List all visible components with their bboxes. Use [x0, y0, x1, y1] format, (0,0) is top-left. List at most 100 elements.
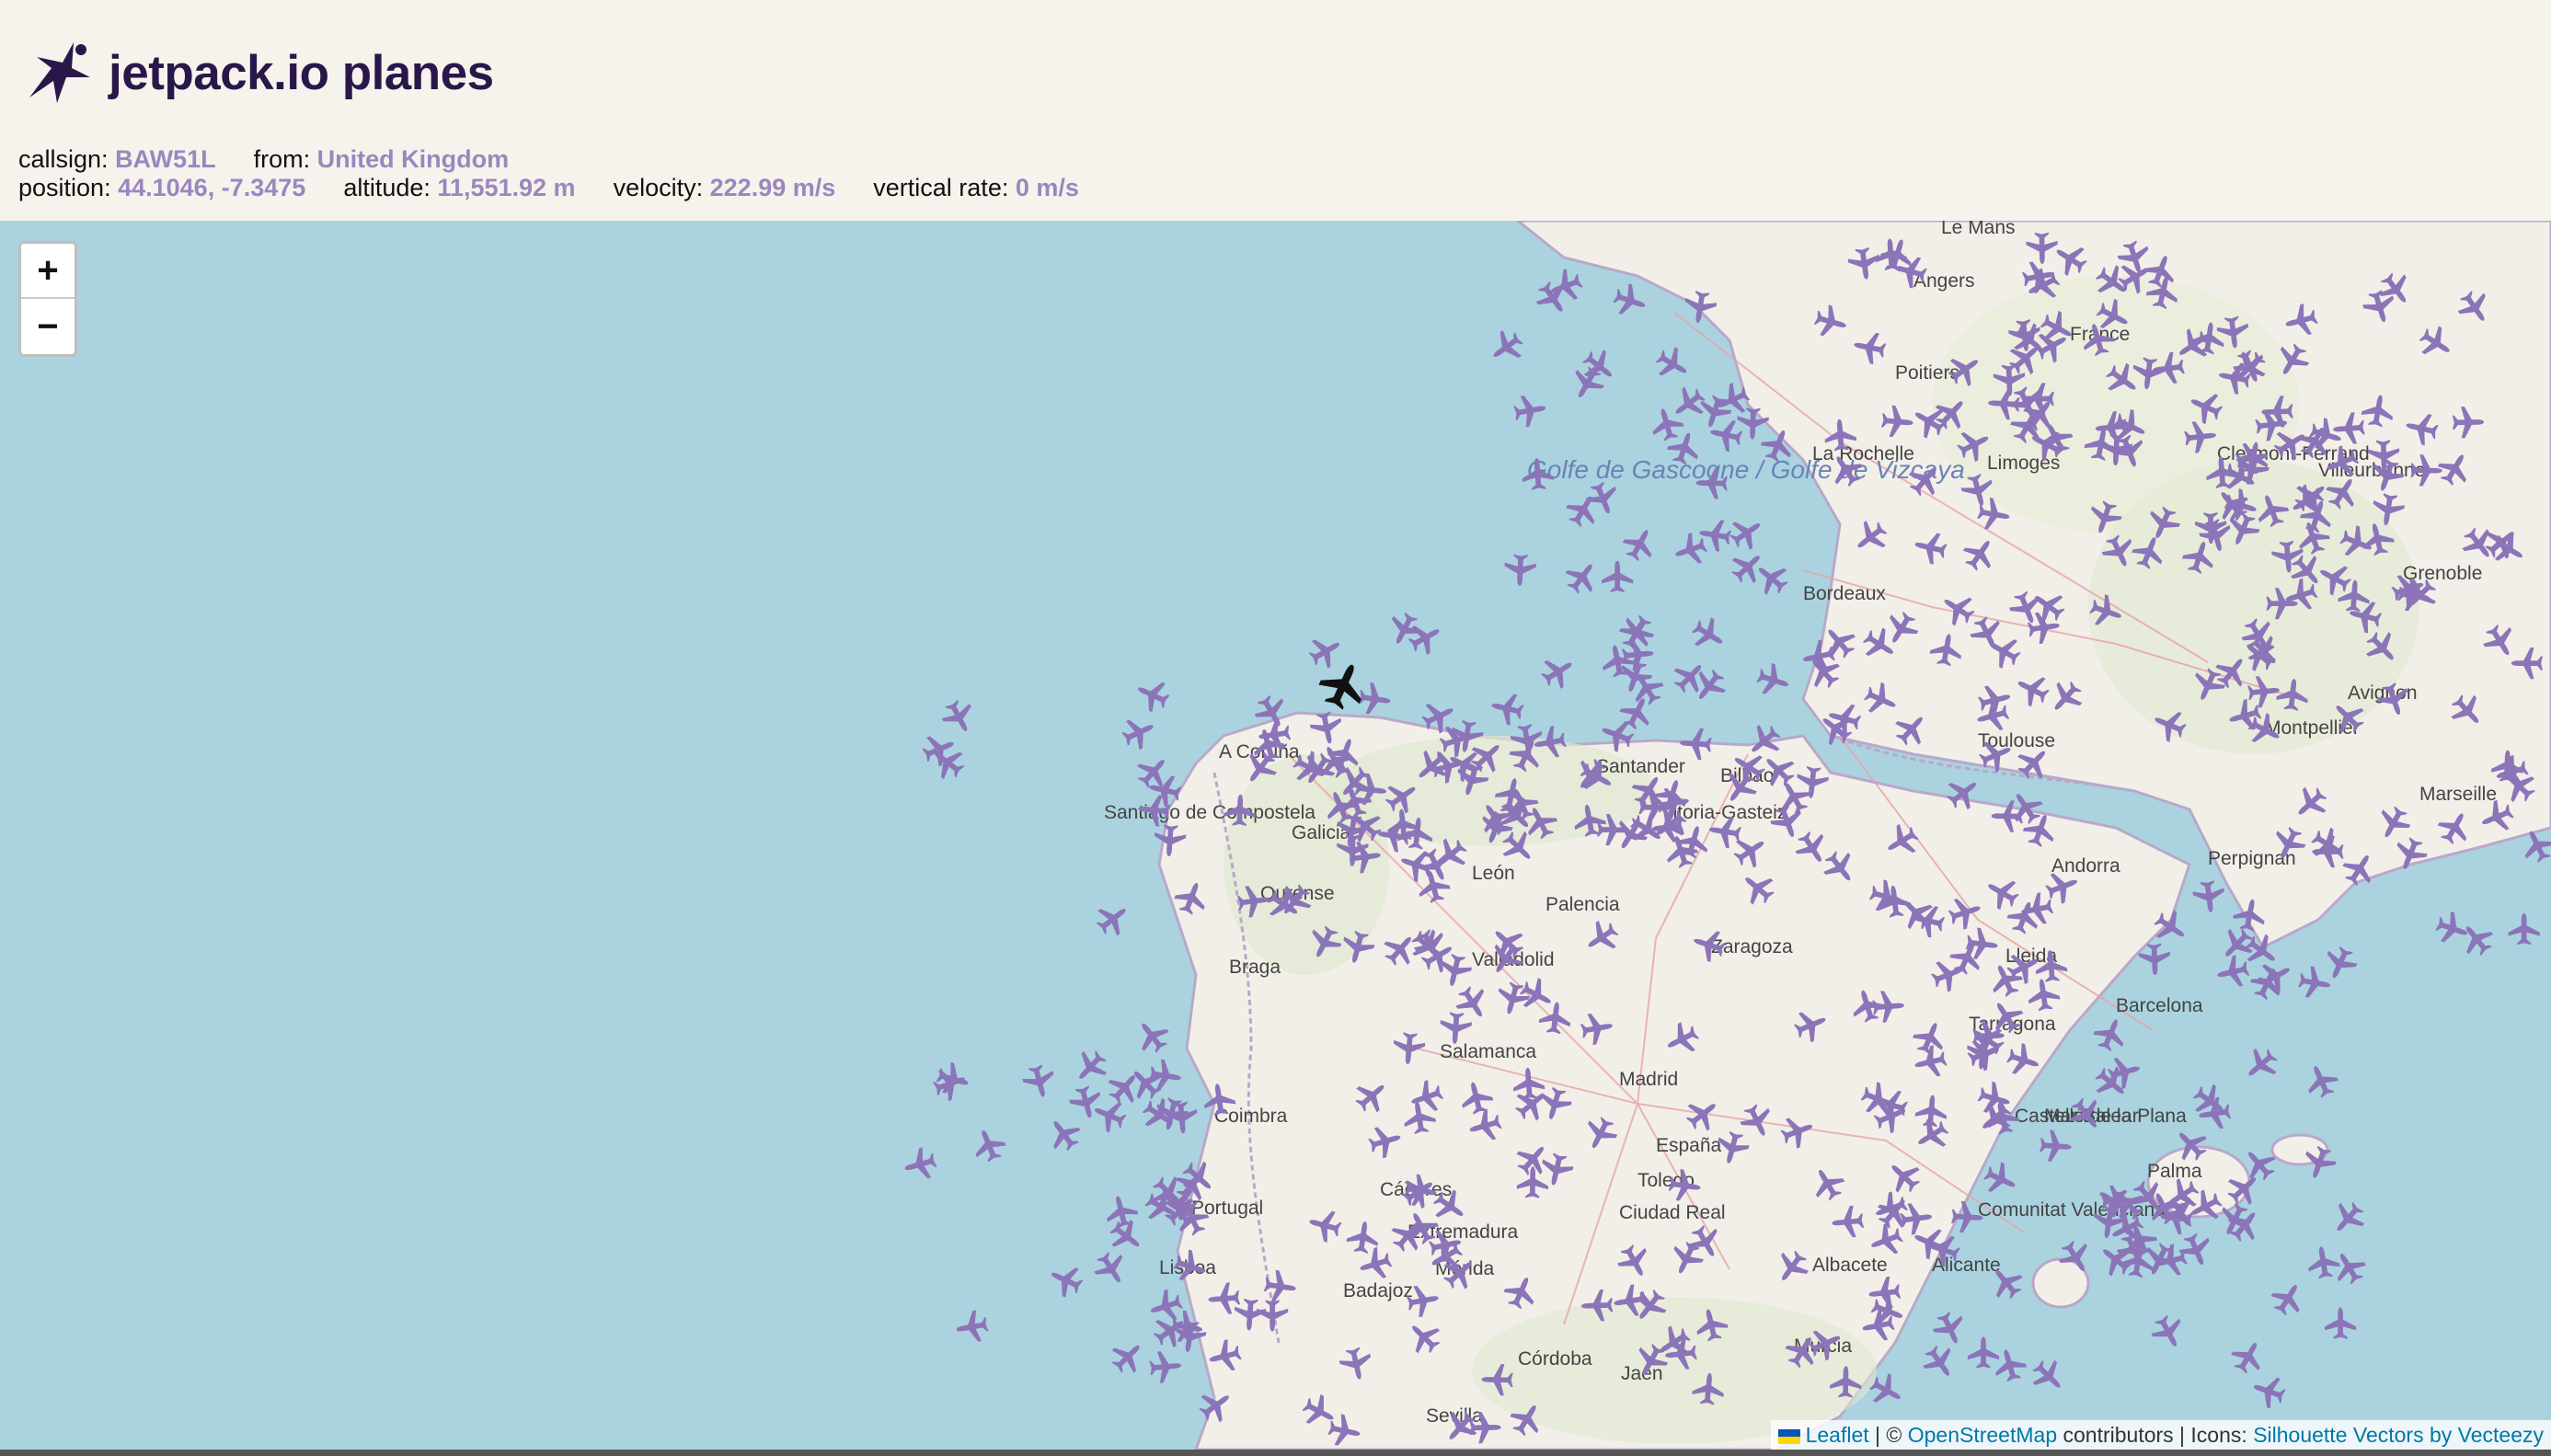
- plane-icon[interactable]: [1357, 681, 1393, 717]
- plane-icon[interactable]: [1118, 711, 1160, 754]
- plane-icon[interactable]: [2226, 1335, 2270, 1379]
- plane-icon[interactable]: [2325, 1307, 2357, 1339]
- place-label: Jaén: [1621, 1363, 1663, 1384]
- plane-icon[interactable]: [968, 1124, 1010, 1166]
- plane-icon[interactable]: [1602, 560, 1634, 592]
- zoom-out-button[interactable]: −: [21, 299, 75, 354]
- openstreetmap-link[interactable]: OpenStreetMap: [1908, 1423, 2057, 1447]
- vertical-rate-value: 0 m/s: [1015, 174, 1079, 201]
- zoom-in-button[interactable]: +: [21, 244, 75, 299]
- plane-icon[interactable]: [1148, 1349, 1183, 1384]
- plane-icon[interactable]: [2238, 1042, 2283, 1087]
- plane-icon[interactable]: [2175, 1229, 2217, 1271]
- zoom-control: + −: [18, 241, 77, 357]
- plane-icon[interactable]: [1484, 325, 1529, 370]
- plane-icon[interactable]: [1990, 1345, 2029, 1385]
- plane-icon[interactable]: [1041, 1112, 1086, 1157]
- plane-icon[interactable]: [1132, 673, 1174, 717]
- plane-icon[interactable]: [1102, 1192, 1141, 1231]
- plane-icon[interactable]: [1130, 1014, 1175, 1059]
- plane-icon[interactable]: [1753, 659, 1794, 701]
- plane-icon[interactable]: [937, 695, 981, 739]
- place-label: Palencia: [1546, 894, 1620, 915]
- plane-icon[interactable]: [1511, 392, 1549, 430]
- plane-icon[interactable]: [1105, 1335, 1151, 1380]
- plane-icon[interactable]: [2508, 912, 2540, 946]
- from-label: from:: [253, 145, 311, 173]
- plane-icon[interactable]: [1088, 1095, 1131, 1137]
- plane-icon[interactable]: [1503, 554, 1537, 587]
- place-label: Le Mans: [1941, 221, 2016, 238]
- attribution-separator: | ©: [1868, 1423, 1908, 1447]
- place-label: Andorra: [2051, 855, 2120, 877]
- place-label: León: [1472, 863, 1515, 884]
- flight-info-row-1: callsign: BAW51L from: United Kingdom: [18, 145, 509, 174]
- flight-info-row-2: position: 44.1046, -7.3475 altitude: 11,…: [18, 174, 1079, 202]
- plane-icon[interactable]: [1044, 1259, 1087, 1301]
- plane-icon[interactable]: [1650, 342, 1695, 386]
- plane-icon[interactable]: [2319, 943, 2361, 985]
- plane-icon[interactable]: [2039, 1129, 2073, 1164]
- attribution-contributors: contributors | Icons:: [2057, 1423, 2254, 1447]
- plane-icon[interactable]: [1104, 1214, 1149, 1259]
- plane-icon[interactable]: [1090, 897, 1135, 942]
- plane-icon[interactable]: [1917, 1340, 1962, 1385]
- plane-icon[interactable]: [2213, 953, 2252, 992]
- plane-icon[interactable]: [1724, 510, 1769, 556]
- plane-icon[interactable]: [2454, 916, 2499, 961]
- plane-icon[interactable]: [2300, 1060, 2342, 1102]
- plane-icon[interactable]: [1686, 613, 1731, 657]
- leaflet-link[interactable]: Leaflet: [1806, 1423, 1869, 1447]
- plane-icon[interactable]: [900, 1144, 940, 1185]
- app-logo[interactable]: jetpack.io planes: [26, 40, 494, 105]
- plane-icon[interactable]: [2304, 1244, 2342, 1280]
- plane-icon[interactable]: [2089, 1013, 2132, 1055]
- plane-icon[interactable]: [2026, 1354, 2072, 1399]
- plane-icon[interactable]: [1725, 545, 1771, 590]
- plane-icon[interactable]: [2191, 878, 2227, 915]
- plane-icon[interactable]: [1559, 555, 1604, 600]
- plane-icon[interactable]: [1145, 1286, 1186, 1326]
- place-label: España: [1656, 1135, 1722, 1156]
- plane-icon[interactable]: [1928, 1307, 1971, 1350]
- plane-icon[interactable]: [2146, 1311, 2190, 1354]
- place-label: Ciudad Real: [1619, 1202, 1726, 1223]
- plane-icon[interactable]: [2266, 1277, 2310, 1321]
- plane-icon[interactable]: [2326, 1196, 2371, 1241]
- place-label: Limoges: [1987, 453, 2060, 474]
- place-label: Madrid: [1619, 1069, 1678, 1090]
- plane-icon[interactable]: [953, 1308, 991, 1346]
- altitude-value: 11,551.92 m: [437, 174, 576, 201]
- bottom-scrollbar[interactable]: [0, 1450, 2551, 1456]
- jetpack-logo-icon: [29, 42, 90, 103]
- plane-icon[interactable]: [2296, 964, 2334, 1002]
- plane-icon[interactable]: [1089, 1246, 1133, 1291]
- place-label: Salamanca: [1440, 1041, 1536, 1062]
- plane-icon[interactable]: [2327, 1245, 2371, 1290]
- place-label: Coimbra: [1214, 1106, 1288, 1127]
- velocity-label: velocity:: [613, 174, 704, 201]
- plane-icon[interactable]: [2248, 1370, 2289, 1412]
- plane-icon[interactable]: [1019, 1061, 1059, 1101]
- plane-icon[interactable]: [1980, 1158, 2022, 1200]
- vecteezy-link[interactable]: Silhouette Vectors by Vecteezy: [2253, 1423, 2544, 1447]
- velocity-value: 222.99 m/s: [709, 174, 836, 201]
- position-value: 44.1046, -7.3475: [118, 174, 306, 201]
- plane-icon[interactable]: [1610, 281, 1650, 321]
- plane-icon[interactable]: [1488, 689, 1526, 728]
- place-label: Albacete: [1812, 1255, 1888, 1276]
- plane-icon[interactable]: [1967, 1336, 2000, 1369]
- callsign-label: callsign:: [18, 145, 109, 173]
- place-label: Braga: [1229, 957, 1281, 978]
- plane-icon[interactable]: [1068, 1044, 1113, 1090]
- plane-icon[interactable]: [2089, 1060, 2134, 1106]
- plane-icon[interactable]: [1618, 522, 1661, 566]
- plane-icon[interactable]: [1304, 629, 1348, 673]
- selected-plane-icon[interactable]: [1313, 655, 1373, 716]
- plane-icon[interactable]: [1066, 1083, 1106, 1122]
- plane-icon[interactable]: [1561, 488, 1605, 532]
- plane-icon[interactable]: [1536, 649, 1580, 694]
- map-canvas[interactable]: Le MansAngersFrancePoitiersLa Rochelle Li…: [0, 221, 2551, 1450]
- map-view[interactable]: Le Mans Angers France Poitiers La Rochelle Li…: [0, 221, 2551, 1450]
- plane-icon[interactable]: [918, 728, 960, 771]
